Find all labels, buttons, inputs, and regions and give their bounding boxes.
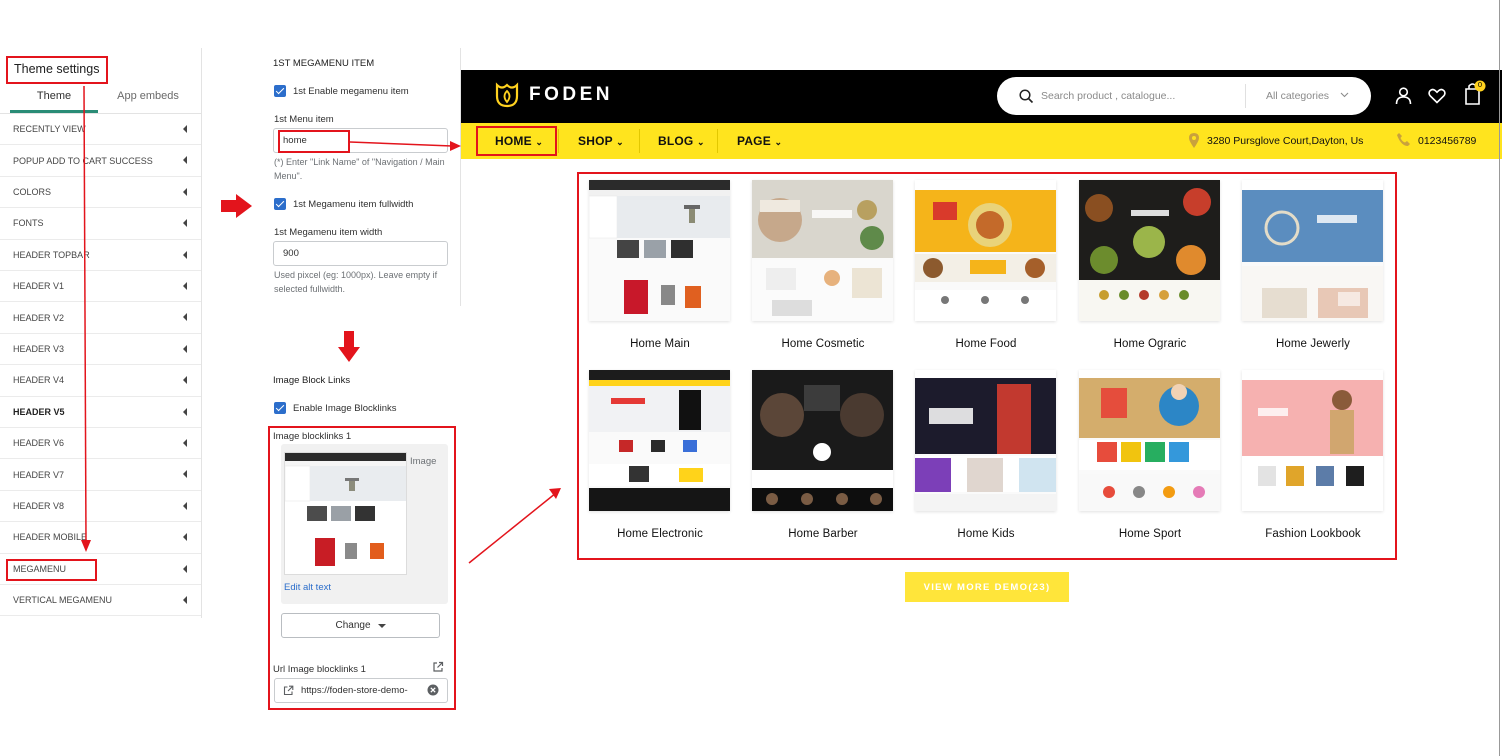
window-edge [1499,0,1500,756]
annotation-arrows-icon [81,85,561,564]
